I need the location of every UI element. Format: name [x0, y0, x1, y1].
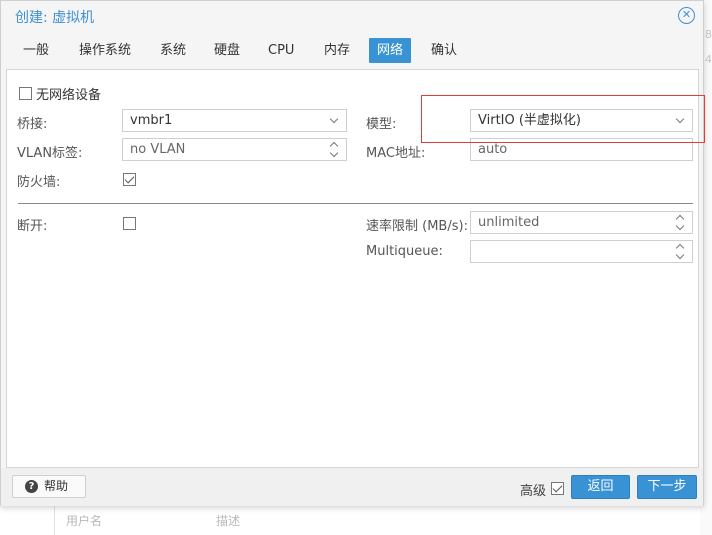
bridge-label: 桥接:: [17, 117, 48, 132]
disconnect-checkbox[interactable]: [123, 217, 136, 230]
firewall-label: 防火墙:: [17, 175, 61, 190]
tab-cpu[interactable]: CPU: [260, 38, 302, 63]
mac-value: auto: [478, 142, 508, 157]
spinner-arrows-icon[interactable]: [676, 243, 686, 260]
next-button[interactable]: 下一步: [637, 475, 697, 499]
background-column-description: 描述: [216, 514, 241, 528]
disconnect-label: 断开:: [17, 219, 48, 234]
tab-confirm[interactable]: 确认: [423, 38, 465, 63]
vlan-value: no VLAN: [130, 142, 186, 157]
rate-limit-label: 速率限制 (MB/s):: [366, 219, 468, 234]
multiqueue-label: Multiqueue:: [366, 244, 443, 259]
dialog-title: 创建: 虚拟机: [15, 10, 95, 26]
advanced-label: 高级: [520, 484, 547, 499]
help-icon: ?: [25, 480, 38, 493]
background-char: 4: [705, 53, 712, 66]
no-network-checkbox[interactable]: [19, 87, 32, 100]
vlan-label: VLAN标签:: [17, 146, 83, 161]
tab-memory[interactable]: 内存: [316, 38, 358, 63]
no-network-label: 无网络设备: [36, 88, 102, 103]
bridge-select[interactable]: vmbr1: [122, 109, 347, 132]
model-highlight-box: [421, 95, 705, 143]
mac-label: MAC地址:: [366, 146, 426, 161]
tab-general[interactable]: 一般: [15, 38, 57, 63]
dialog-titlebar: 创建: 虚拟机 ✕: [1, 1, 703, 31]
multiqueue-spinner[interactable]: [470, 240, 693, 263]
spinner-arrows-icon[interactable]: [330, 141, 340, 158]
vlan-spinner[interactable]: no VLAN: [122, 138, 347, 161]
help-button[interactable]: ? 帮助: [12, 475, 86, 498]
spinner-arrows-icon[interactable]: [676, 214, 686, 231]
background-column-username: 用户名: [66, 514, 103, 528]
background-char: 8: [705, 28, 712, 41]
section-divider: [18, 203, 693, 204]
tab-disk[interactable]: 硬盘: [206, 38, 248, 63]
tab-system[interactable]: 系统: [152, 38, 194, 63]
rate-limit-value: unlimited: [478, 215, 540, 230]
help-button-label: 帮助: [44, 479, 69, 493]
advanced-checkbox[interactable]: [551, 482, 564, 495]
rate-limit-spinner[interactable]: unlimited: [470, 211, 693, 234]
close-icon[interactable]: ✕: [678, 7, 695, 24]
tab-network[interactable]: 网络: [369, 38, 412, 63]
model-label: 模型:: [366, 117, 397, 132]
firewall-checkbox[interactable]: [123, 173, 136, 186]
chevron-down-icon[interactable]: [329, 114, 339, 124]
create-vm-dialog: 创建: 虚拟机 ✕ 一般 操作系统 系统 硬盘 CPU 内存 网络 确认 无网络…: [0, 0, 704, 506]
back-button[interactable]: 返回: [571, 475, 630, 499]
background-table-header: [54, 506, 704, 535]
tab-os[interactable]: 操作系统: [71, 38, 139, 63]
bridge-value: vmbr1: [130, 113, 173, 128]
